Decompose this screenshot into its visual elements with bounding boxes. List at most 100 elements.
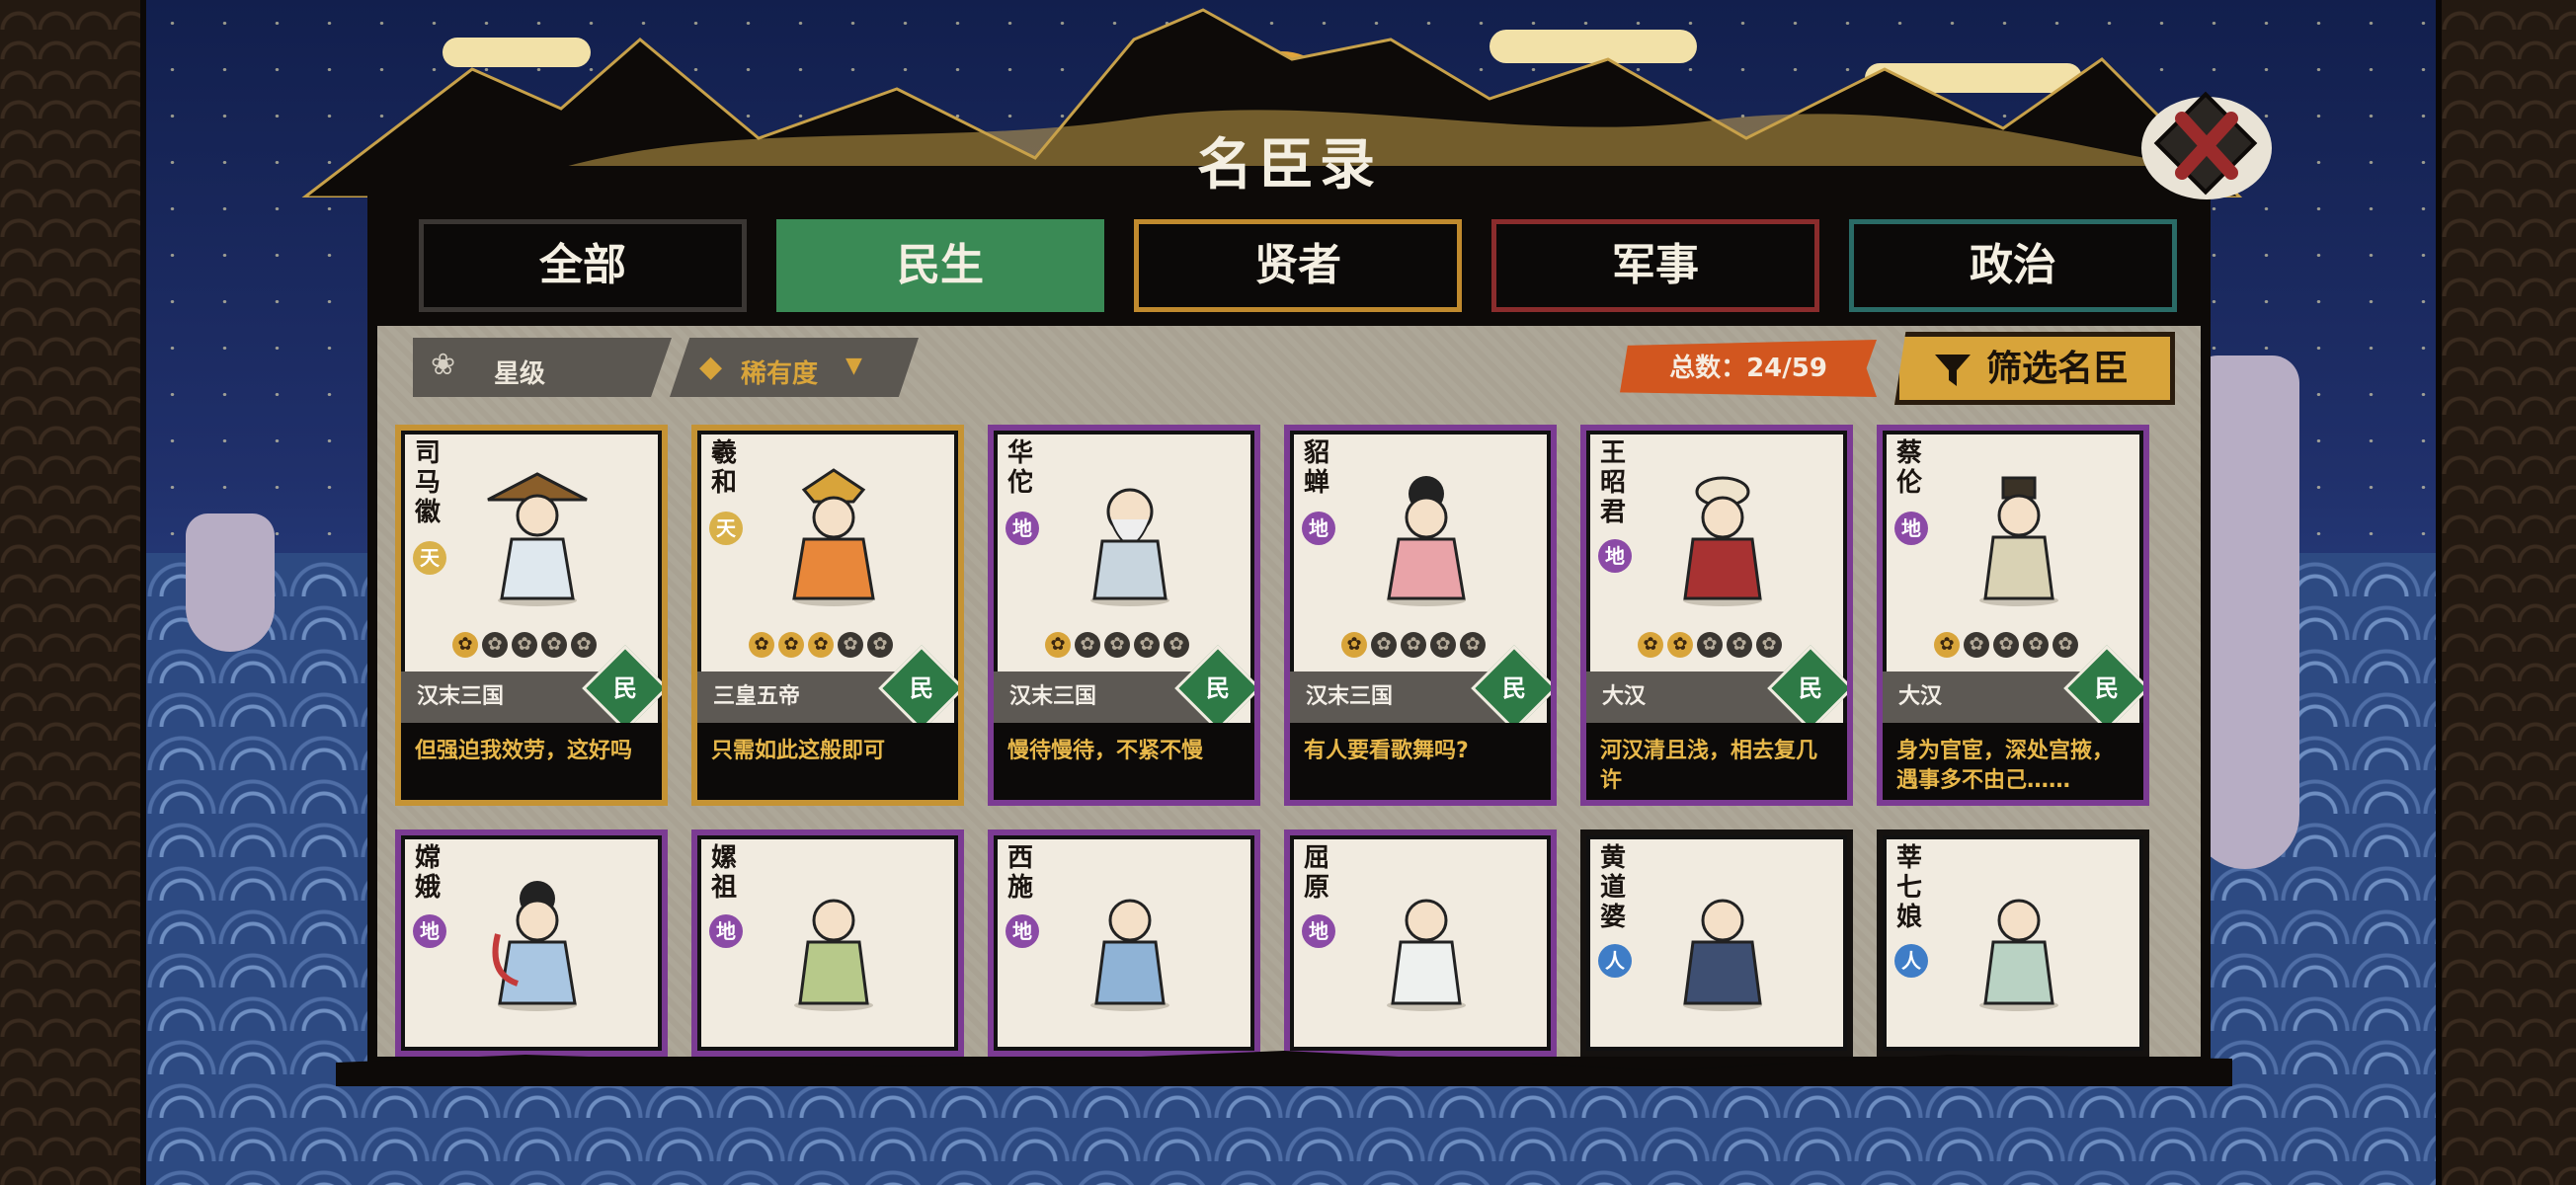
tab-livelihood[interactable]: 民生 [776, 219, 1104, 312]
minister-card[interactable]: 嫘祖 地 [691, 830, 964, 1057]
tab-all[interactable]: 全部 [419, 219, 747, 312]
minister-card[interactable]: 羲和 天 ✿ ✿ ✿ ✿ ✿ 三皇五帝 民 只需如此这般即可 [691, 425, 964, 806]
minister-card[interactable]: 黄道婆 人 [1580, 830, 1853, 1057]
star-icon: ✿ [1104, 632, 1130, 658]
minister-quote: 身为官宦，深处宫掖，遇事多不由己…… [1883, 723, 2143, 800]
portrait [1090, 488, 1169, 606]
funnel-icon [1935, 355, 1971, 386]
minister-name: 嫘祖 [711, 843, 738, 903]
star-icon: ✿ [482, 632, 508, 658]
diamond-icon: ◆ [699, 350, 723, 384]
star-icon: ✿ [1430, 632, 1456, 658]
grade-badge: 地 [413, 914, 446, 948]
minister-card[interactable]: 西施 地 [988, 830, 1260, 1057]
portrait [1979, 476, 2058, 606]
grade-badge: 天 [709, 512, 743, 545]
minister-card[interactable]: 王昭君 地 ✿ ✿ ✿ ✿ ✿ 大汉 民 河汉清且浅，相去复几许 [1580, 425, 1853, 806]
tab-politics-label: 政治 [1970, 240, 2056, 290]
grade-badge: 地 [1598, 539, 1632, 573]
minister-card[interactable]: 司马徽 天 ✿ ✿ ✿ ✿ ✿ 汉末三国 民 但强迫我效劳，这好吗 [395, 425, 668, 806]
star-icon: ✿ [749, 632, 774, 658]
minister-quote: 有人要看歌舞吗? [1290, 723, 1551, 800]
flower-icon: ❀ [431, 348, 456, 382]
star-icon: ✿ [1401, 632, 1426, 658]
minister-quote: 但强迫我效劳，这好吗 [401, 723, 662, 800]
tab-politics[interactable]: 政治 [1849, 219, 2177, 312]
rarity-filter-label: 稀有度 [741, 359, 819, 389]
tab-livelihood-label: 民生 [897, 240, 984, 290]
star-icon: ✿ [808, 632, 834, 658]
category-badge-text: 民 [613, 674, 637, 702]
minister-quote: 慢待慢待，不紧不慢 [994, 723, 1254, 800]
star-icon: ✿ [2023, 632, 2049, 658]
grade-badge: 人 [1598, 944, 1632, 978]
grade-badge: 天 [413, 541, 446, 575]
minister-quote: 河汉清且浅，相去复几许 [1586, 723, 1847, 800]
star-icon: ✿ [571, 632, 597, 658]
star-icon: ✿ [1964, 632, 1989, 658]
minister-name: 司马徽 [415, 438, 442, 527]
star-icon: ✿ [1638, 632, 1663, 658]
grade-badge: 地 [1006, 512, 1039, 545]
left-border-pattern [0, 0, 146, 1185]
tab-military[interactable]: 军事 [1491, 219, 1819, 312]
star-icon: ✿ [1934, 632, 1960, 658]
star-icon: ✿ [1697, 632, 1723, 658]
minister-card[interactable]: 嫦娥 地 [395, 830, 668, 1057]
portrait [1387, 476, 1466, 606]
portrait [794, 899, 873, 1011]
star-icon: ✿ [867, 632, 893, 658]
right-border-pattern [2436, 0, 2576, 1185]
filter-ministers-button[interactable]: 筛选名臣 [1894, 332, 2175, 405]
category-badge-text: 民 [1206, 674, 1230, 702]
minister-card[interactable]: 貂蝉 地 ✿ ✿ ✿ ✿ ✿ 汉末三国 民 有人要看歌舞吗? [1284, 425, 1557, 806]
star-icon: ✿ [452, 632, 478, 658]
minister-quote: 只需如此这般即可 [697, 723, 958, 800]
star-icon: ✿ [1075, 632, 1100, 658]
minister-name: 王昭君 [1600, 438, 1627, 527]
minister-name: 黄道婆 [1600, 843, 1627, 932]
tab-military-label: 军事 [1612, 240, 1699, 290]
minister-card[interactable]: 蔡伦 地 ✿ ✿ ✿ ✿ ✿ 大汉 民 身为官宦，深处宫掖，遇事多不由己…… [1877, 425, 2149, 806]
minister-name: 貂蝉 [1304, 438, 1330, 498]
star-icon: ✿ [1756, 632, 1782, 658]
star-rating: ✿ ✿ ✿ ✿ ✿ [1341, 632, 1486, 660]
category-badge-text: 民 [1799, 674, 1822, 702]
filter-ministers-label: 筛选名臣 [1986, 348, 2130, 389]
total-count-text: 总数：24/59 [1669, 354, 1827, 383]
star-icon: ✿ [1134, 632, 1160, 658]
minister-name: 莘七娘 [1896, 843, 1923, 932]
tab-sages-label: 贤者 [1254, 240, 1341, 290]
star-icon: ✿ [1341, 632, 1367, 658]
grade-badge: 地 [1006, 914, 1039, 948]
category-badge-text: 民 [910, 674, 933, 702]
star-icon: ✿ [512, 632, 537, 658]
portrait [1090, 899, 1169, 1011]
minister-card[interactable]: 莘七娘 人 [1877, 830, 2149, 1057]
portrait [487, 472, 588, 606]
total-count: 总数：24/59 [1620, 340, 1877, 397]
tab-sages[interactable]: 贤者 [1134, 219, 1462, 312]
portrait [1387, 899, 1466, 1011]
star-icon: ✿ [1727, 632, 1752, 658]
close-icon[interactable] [2137, 79, 2274, 215]
grade-badge: 人 [1894, 944, 1928, 978]
portrait [492, 881, 577, 1011]
star-icon: ✿ [1164, 632, 1189, 658]
grade-badge: 地 [1894, 512, 1928, 545]
category-badge-text: 民 [2095, 674, 2119, 702]
tab-all-label: 全部 [539, 240, 626, 290]
minister-name: 华佗 [1007, 438, 1034, 498]
category-badge-text: 民 [1502, 674, 1526, 702]
minister-card[interactable]: 华佗 地 ✿ ✿ ✿ ✿ ✿ 汉末三国 民 慢待慢待，不紧不慢 [988, 425, 1260, 806]
portrait [1683, 476, 1762, 606]
portrait [1979, 899, 2058, 1011]
grade-badge: 地 [1302, 914, 1335, 948]
star-icon: ✿ [1993, 632, 2019, 658]
minister-name: 羲和 [711, 438, 738, 498]
floating-island-left [186, 514, 275, 652]
minister-name: 西施 [1007, 843, 1034, 903]
minister-card[interactable]: 屈原 地 [1284, 830, 1557, 1057]
page-title-text: 名臣录 [1197, 132, 1381, 198]
star-icon: ✿ [2053, 632, 2078, 658]
